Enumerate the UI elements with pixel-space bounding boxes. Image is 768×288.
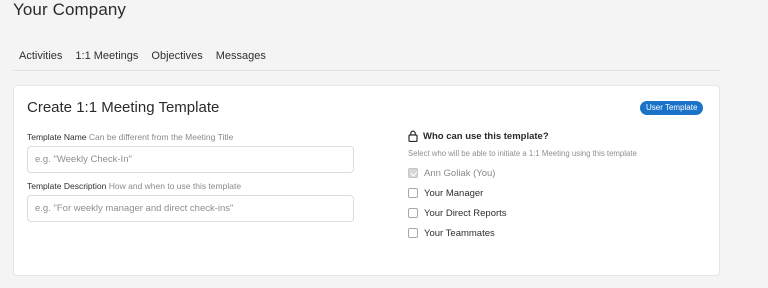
option-you: Ann Goliak (You) [408, 163, 708, 183]
option-direct-reports-label[interactable]: Your Direct Reports [424, 208, 507, 219]
tab-objectives[interactable]: Objectives [151, 50, 202, 62]
template-description-input[interactable] [27, 195, 354, 222]
option-teammates[interactable]: Your Teammates [408, 223, 708, 243]
template-name-label: Template Name Can be different from the … [27, 132, 233, 142]
tab-1-1-meetings[interactable]: 1:1 Meetings [75, 50, 138, 62]
option-manager-checkbox[interactable] [408, 188, 418, 198]
option-you-checkbox [408, 168, 418, 178]
who-heading: Who can use this template? [408, 130, 708, 142]
template-description-label: Template Description How and when to use… [27, 181, 241, 191]
page: Your Company Activities 1:1 Meetings Obj… [0, 0, 768, 288]
template-card: Create 1:1 Meeting Template User Templat… [13, 85, 720, 276]
tab-divider [13, 70, 720, 71]
card-title: Create 1:1 Meeting Template [27, 99, 220, 116]
lock-icon [408, 130, 418, 142]
option-teammates-checkbox[interactable] [408, 228, 418, 238]
tab-bar: Activities 1:1 Meetings Objectives Messa… [19, 50, 266, 62]
template-name-label-text: Template Name [27, 132, 87, 142]
option-teammates-label[interactable]: Your Teammates [424, 228, 495, 239]
who-can-use-section: Who can use this template? Select who wi… [408, 130, 708, 243]
option-manager[interactable]: Your Manager [408, 183, 708, 203]
company-name: Your Company [13, 0, 127, 19]
tab-activities[interactable]: Activities [19, 50, 62, 62]
option-direct-reports-checkbox[interactable] [408, 208, 418, 218]
tab-messages[interactable]: Messages [216, 50, 266, 62]
template-description-hint: How and when to use this template [108, 181, 242, 191]
who-subtitle: Select who will be able to initiate a 1:… [408, 149, 637, 158]
template-name-hint: Can be different from the Meeting Title [88, 132, 234, 142]
option-you-label: Ann Goliak (You) [424, 167, 496, 179]
user-template-badge: User Template [640, 101, 704, 115]
who-options: Ann Goliak (You) Your Manager Your Direc… [408, 163, 708, 243]
who-title: Who can use this template? [423, 130, 549, 142]
template-description-label-text: Template Description [27, 181, 107, 191]
template-name-input[interactable] [27, 146, 354, 173]
option-direct-reports[interactable]: Your Direct Reports [408, 203, 708, 223]
option-manager-label[interactable]: Your Manager [424, 188, 483, 199]
